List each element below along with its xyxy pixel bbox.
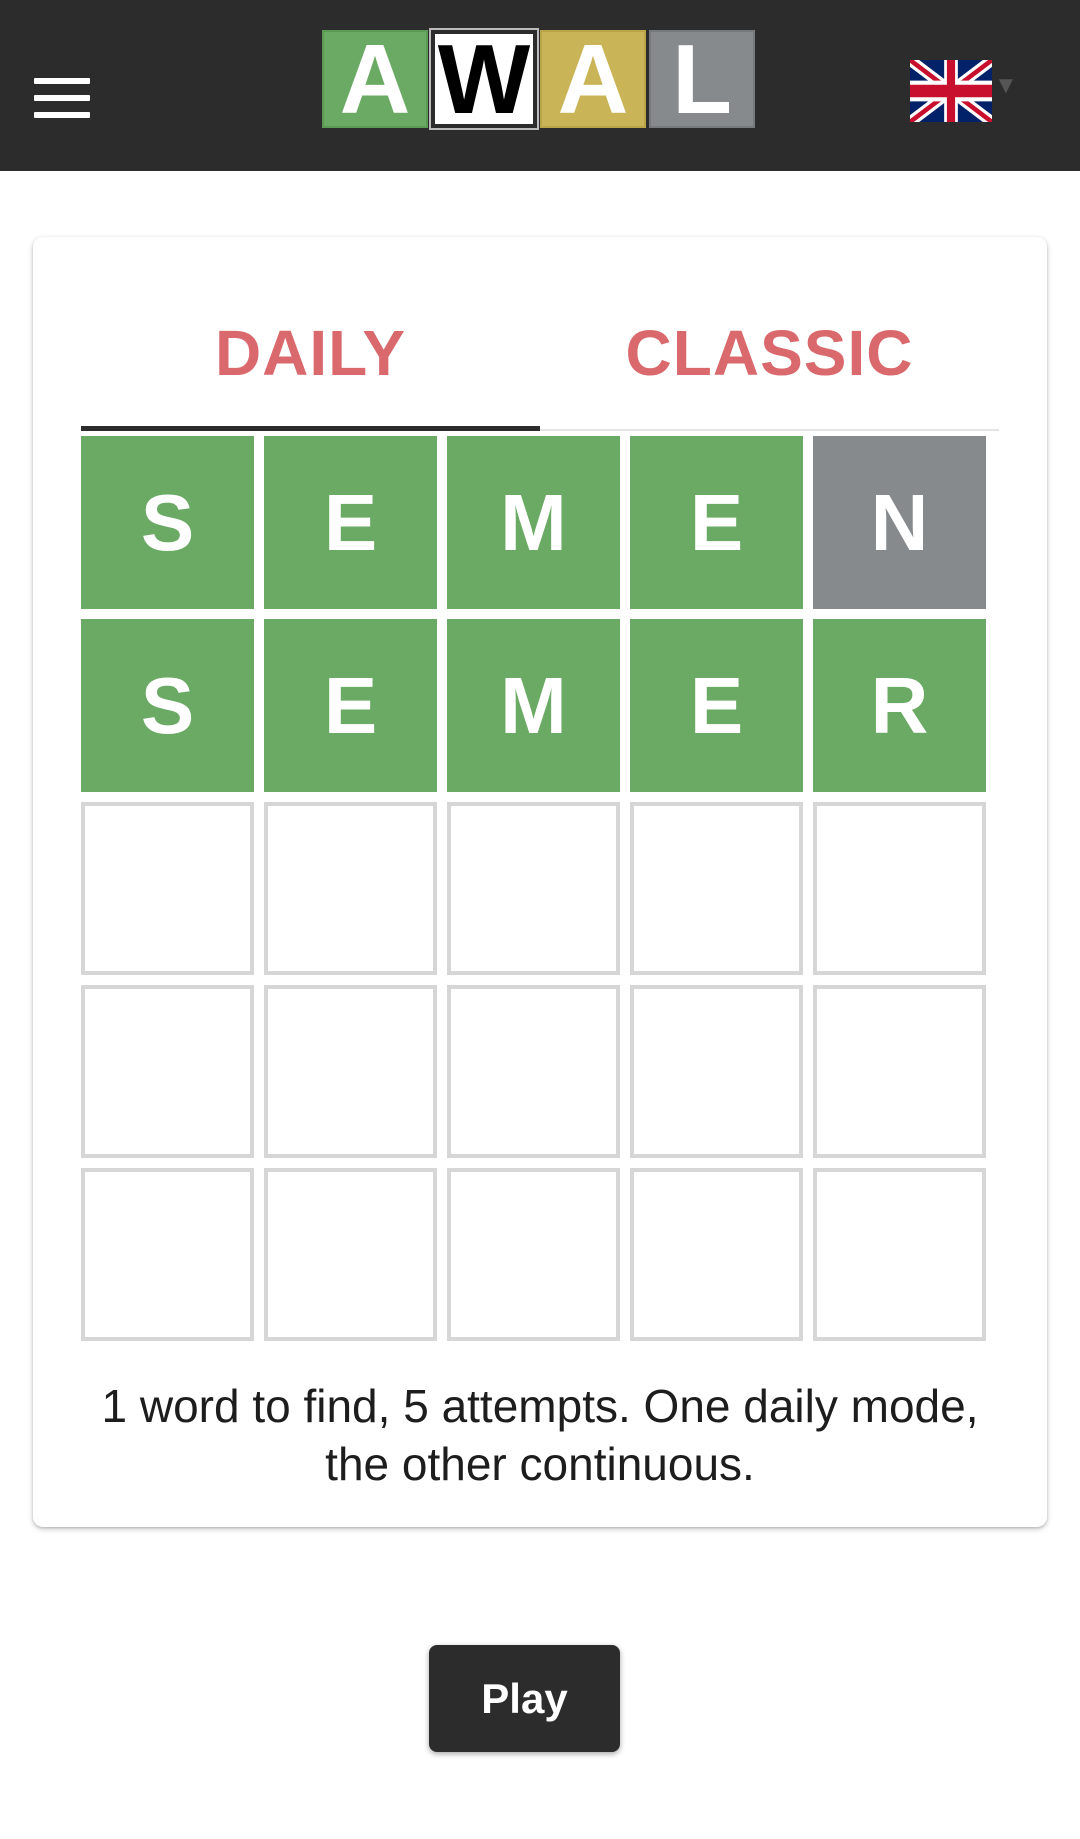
active-tab-indicator <box>81 426 540 431</box>
logo-tile: A <box>540 30 646 128</box>
caret-down-icon: ▼ <box>994 72 1018 99</box>
grid-cell <box>264 985 437 1158</box>
grid-cell <box>813 985 986 1158</box>
grid-cell <box>630 802 803 975</box>
tab-label: CLASSIC <box>625 317 914 389</box>
grid-cell <box>813 802 986 975</box>
play-button[interactable]: Play <box>429 1645 620 1752</box>
grid-cell: E <box>264 436 437 609</box>
grid-cell <box>264 802 437 975</box>
grid-cell: E <box>630 436 803 609</box>
grid-cell <box>630 985 803 1158</box>
grid-cell: R <box>813 619 986 792</box>
tab-label: DAILY <box>214 317 407 389</box>
grid-cell: S <box>81 436 254 609</box>
grid-cell <box>447 985 620 1158</box>
tab-daily[interactable]: DAILY <box>81 237 540 429</box>
grid-cell: E <box>264 619 437 792</box>
grid-cell <box>447 1168 620 1341</box>
tab-classic[interactable]: CLASSIC <box>540 237 999 429</box>
hamburger-menu-icon[interactable] <box>34 78 90 118</box>
grid-cell: E <box>630 619 803 792</box>
logo-tile: L <box>649 30 755 128</box>
grid-cell <box>813 1168 986 1341</box>
grid-cell <box>81 1168 254 1341</box>
grid-cell <box>447 802 620 975</box>
grid-cell <box>81 985 254 1158</box>
app-logo[interactable]: A W A L <box>322 28 758 130</box>
grid-cell <box>630 1168 803 1341</box>
mode-tabs: DAILY CLASSIC <box>81 237 999 431</box>
top-bar: A W A L ▼ <box>0 0 1080 171</box>
grid-cell: N <box>813 436 986 609</box>
game-card: DAILY CLASSIC SEMENSEMER 1 word to find,… <box>33 237 1047 1527</box>
logo-tile: A <box>322 30 428 128</box>
language-selector[interactable]: ▼ <box>910 60 1018 122</box>
grid-cell <box>264 1168 437 1341</box>
grid-cell <box>81 802 254 975</box>
grid-cell: M <box>447 436 620 609</box>
grid-cell: S <box>81 619 254 792</box>
game-description: 1 word to find, 5 attempts. One daily mo… <box>101 1380 979 1490</box>
grid-cell: M <box>447 619 620 792</box>
uk-flag-icon <box>910 60 992 122</box>
logo-tile: W <box>429 28 539 130</box>
